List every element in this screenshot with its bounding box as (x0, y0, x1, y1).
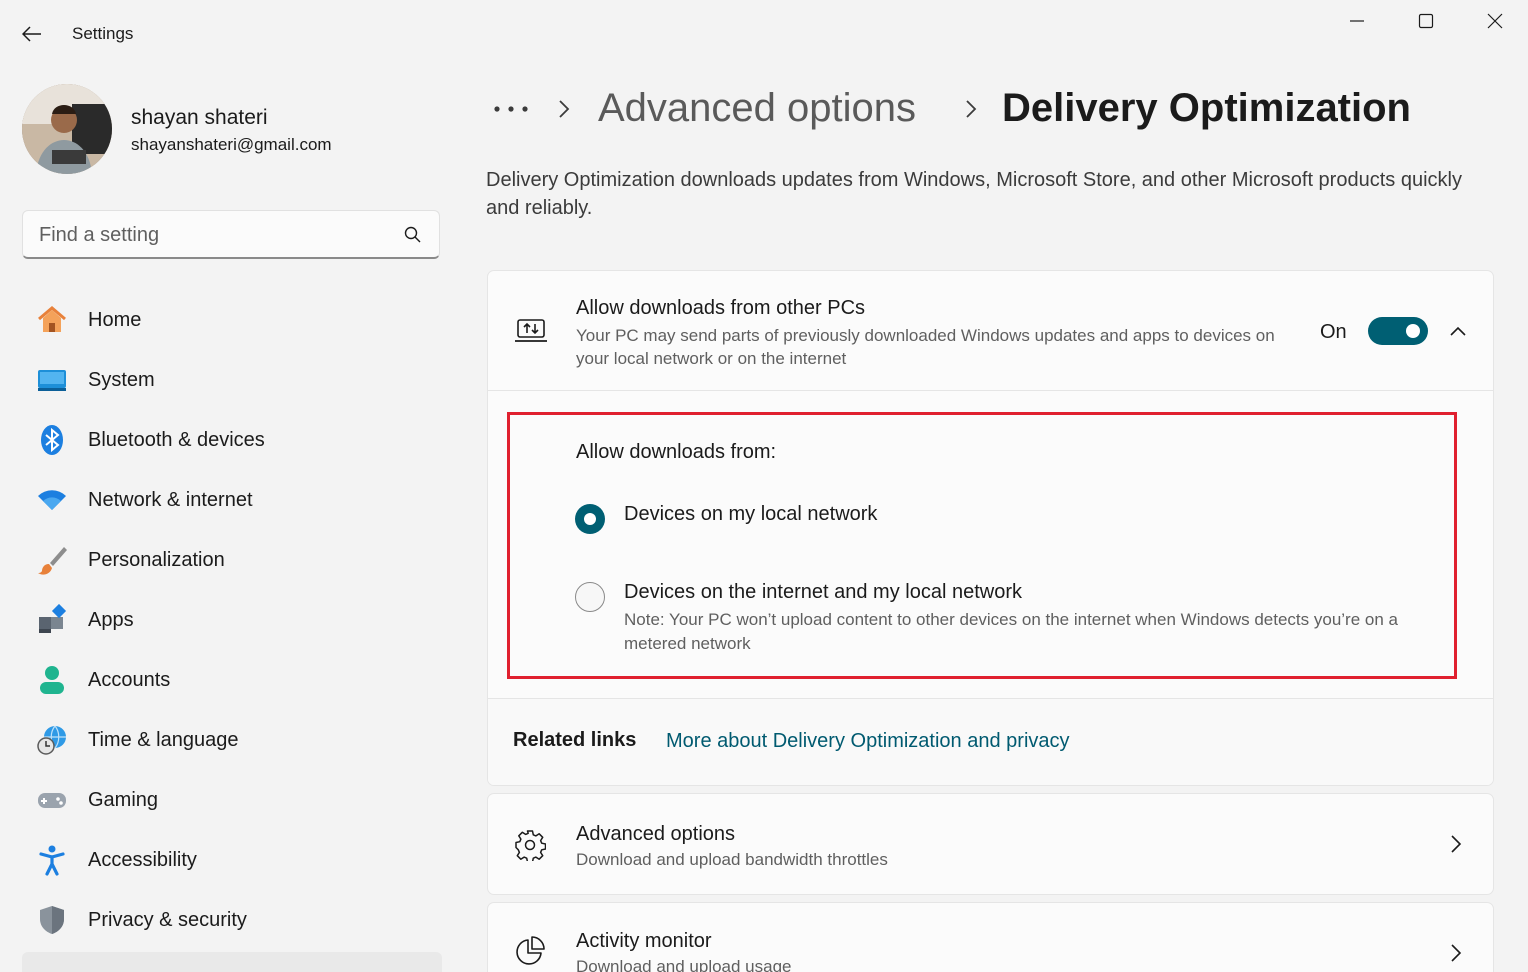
globe-clock-icon (36, 724, 68, 756)
brush-icon (36, 544, 68, 576)
close-button[interactable] (1472, 4, 1518, 38)
maximize-icon (1418, 13, 1434, 29)
sidebar-item-apps[interactable]: Apps (22, 590, 442, 650)
sidebar-item-privacy[interactable]: Privacy & security (22, 890, 442, 950)
sidebar-item-accessibility[interactable]: Accessibility (22, 830, 442, 890)
user-profile[interactable]: shayan shateri shayanshateri@gmail.com (22, 84, 442, 176)
minimize-icon (1350, 20, 1364, 22)
advanced-options-row[interactable]: Advanced options Download and upload ban… (487, 793, 1494, 895)
chevron-right-icon (1451, 835, 1462, 853)
avatar-photo-icon (22, 84, 112, 174)
allow-downloads-card: Allow downloads from other PCs Your PC m… (487, 270, 1494, 786)
allow-downloads-description: Your PC may send parts of previously dow… (576, 326, 1275, 368)
activity-monitor-title: Activity monitor (576, 930, 712, 952)
page-title: Delivery Optimization (1002, 86, 1411, 130)
sidebar-item-label: System (88, 368, 155, 391)
avatar (22, 84, 112, 174)
sidebar-item-accounts[interactable]: Accounts (22, 650, 442, 710)
maximize-button[interactable] (1403, 4, 1449, 38)
sidebar-item-system[interactable]: System (22, 350, 442, 410)
sidebar-item-time-language[interactable]: Time & language (22, 710, 442, 770)
back-arrow-icon (22, 26, 41, 42)
chevron-up-icon (1450, 326, 1466, 336)
title-bar: Settings (0, 0, 1528, 66)
bluetooth-icon (36, 424, 68, 456)
sidebar-item-label: Network & internet (88, 488, 253, 511)
toggle-state-label: On (1320, 321, 1347, 343)
account-icon (36, 664, 68, 696)
sidebar-next-item[interactable] (22, 952, 442, 972)
user-email: shayanshateri@gmail.com (131, 135, 332, 154)
shield-icon (36, 904, 68, 936)
radio-internet-and-local[interactable] (575, 582, 605, 612)
option-internet-local-label[interactable]: Devices on the internet and my local net… (624, 581, 1022, 604)
sidebar-item-label: Privacy & security (88, 908, 247, 931)
chevron-right-icon (966, 100, 977, 118)
system-icon (36, 364, 68, 396)
sidebar-item-label: Accessibility (88, 848, 197, 871)
sidebar-item-label: Home (88, 308, 142, 331)
laptop-transfer-icon (515, 319, 547, 342)
more-dots-icon (494, 106, 528, 112)
page-description: Delivery Optimization downloads updates … (486, 169, 1462, 219)
breadcrumb: Advanced options Delivery Optimization (486, 80, 1486, 140)
allow-downloads-header[interactable]: Allow downloads from other PCs Your PC m… (488, 271, 1493, 391)
back-button[interactable] (14, 18, 50, 50)
delivery-privacy-link[interactable]: More about Delivery Optimization and pri… (666, 730, 1070, 753)
user-name: shayan shateri (131, 106, 268, 129)
search-input[interactable] (39, 221, 389, 249)
advanced-options-title: Advanced options (576, 823, 736, 845)
sidebar-item-home[interactable]: Home (22, 290, 442, 350)
home-icon (36, 304, 68, 336)
allow-downloads-toggle[interactable] (1368, 317, 1428, 345)
sidebar-item-label: Time & language (88, 728, 239, 751)
pie-chart-icon (516, 936, 545, 965)
related-links: Related links More about Delivery Optimi… (488, 698, 1493, 785)
advanced-options-description: Download and upload bandwidth throttles (576, 850, 888, 869)
activity-monitor-row[interactable]: Activity monitor Download and upload usa… (487, 902, 1494, 972)
allow-downloads-title: Allow downloads from other PCs (576, 297, 866, 319)
minimize-button[interactable] (1334, 4, 1380, 38)
accessibility-icon (36, 844, 68, 876)
option-internet-local-note: Note: Your PC won’t upload content to ot… (624, 610, 1398, 653)
search-box[interactable] (22, 210, 440, 259)
search-icon[interactable] (403, 225, 423, 245)
breadcrumb-more-button[interactable] (486, 94, 536, 124)
wifi-icon (36, 484, 68, 516)
settings-window: Settings shayan shateri shayanshateri@gm… (0, 0, 1528, 972)
sidebar-item-label: Personalization (88, 548, 225, 571)
toggle-knob (1406, 324, 1420, 338)
sidebar-item-label: Apps (88, 608, 134, 631)
sidebar-item-gaming[interactable]: Gaming (22, 770, 442, 830)
apps-icon (36, 604, 68, 636)
collapse-button[interactable] (1440, 315, 1476, 347)
radio-local-network[interactable] (575, 504, 605, 534)
sidebar-item-label: Accounts (88, 668, 171, 691)
chevron-right-icon (1451, 944, 1462, 962)
sidebar-item-network[interactable]: Network & internet (22, 470, 442, 530)
sidebar-item-bluetooth[interactable]: Bluetooth & devices (22, 410, 442, 470)
sidebar-nav: Home System Bluetooth & devices Network … (22, 290, 442, 950)
sidebar-item-personalization[interactable]: Personalization (22, 530, 442, 590)
sidebar-item-label: Gaming (88, 788, 159, 811)
breadcrumb-parent[interactable]: Advanced options (598, 86, 916, 131)
related-links-title: Related links (513, 729, 637, 751)
sidebar-item-label: Bluetooth & devices (88, 428, 265, 451)
gamepad-icon (36, 784, 68, 816)
option-local-network-label[interactable]: Devices on my local network (624, 503, 877, 526)
activity-monitor-description: Download and upload usage (576, 957, 792, 972)
chevron-right-icon (559, 100, 570, 118)
close-icon (1487, 13, 1503, 29)
allow-from-label: Allow downloads from: (576, 441, 777, 463)
gear-icon (515, 830, 546, 861)
app-title: Settings (72, 24, 134, 43)
